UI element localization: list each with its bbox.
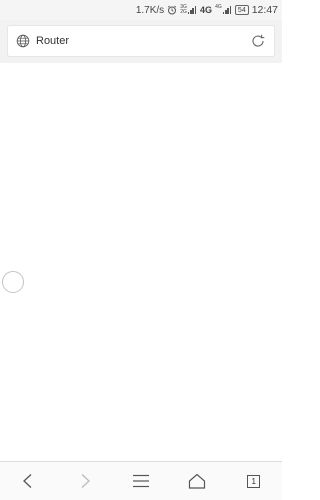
signal-bars-icon-2 [222,6,232,14]
back-arrow-icon [23,474,32,488]
battery-icon: 54 [234,5,249,15]
loading-spinner-icon [2,271,24,293]
sim1-network-label-2: 2G [180,9,187,15]
browser-screen: 1.7K/s 3G 2G 4G 4G 54 12:47 Router 1 [0,0,282,500]
menu-icon [132,474,149,488]
sim1-signal: 3G 2G [180,5,197,15]
network-speed: 1.7K/s [135,4,165,16]
globe-icon [16,34,30,48]
sim-network-type: 4G [200,5,213,15]
tabs-icon: 1 [247,474,261,488]
home-icon [189,473,206,489]
address-text[interactable]: Router [36,35,250,47]
alarm-icon [167,5,177,15]
bottom-navigation: 1 [0,461,282,500]
tabs-button[interactable]: 1 [234,466,274,496]
status-bar: 1.7K/s 3G 2G 4G 4G 54 12:47 [0,0,282,20]
sim2-signal: 4G [215,5,232,15]
address-bar-container: Router [0,20,282,63]
sim2-spacer [215,10,222,15]
home-button[interactable] [177,466,217,496]
clock-time: 12:47 [251,4,278,16]
forward-button[interactable] [65,466,105,496]
forward-arrow-icon [81,474,90,488]
signal-bars-icon [187,6,197,14]
back-button[interactable] [8,466,48,496]
menu-button[interactable] [121,466,161,496]
address-bar[interactable]: Router [8,26,274,56]
refresh-icon[interactable] [250,33,266,49]
